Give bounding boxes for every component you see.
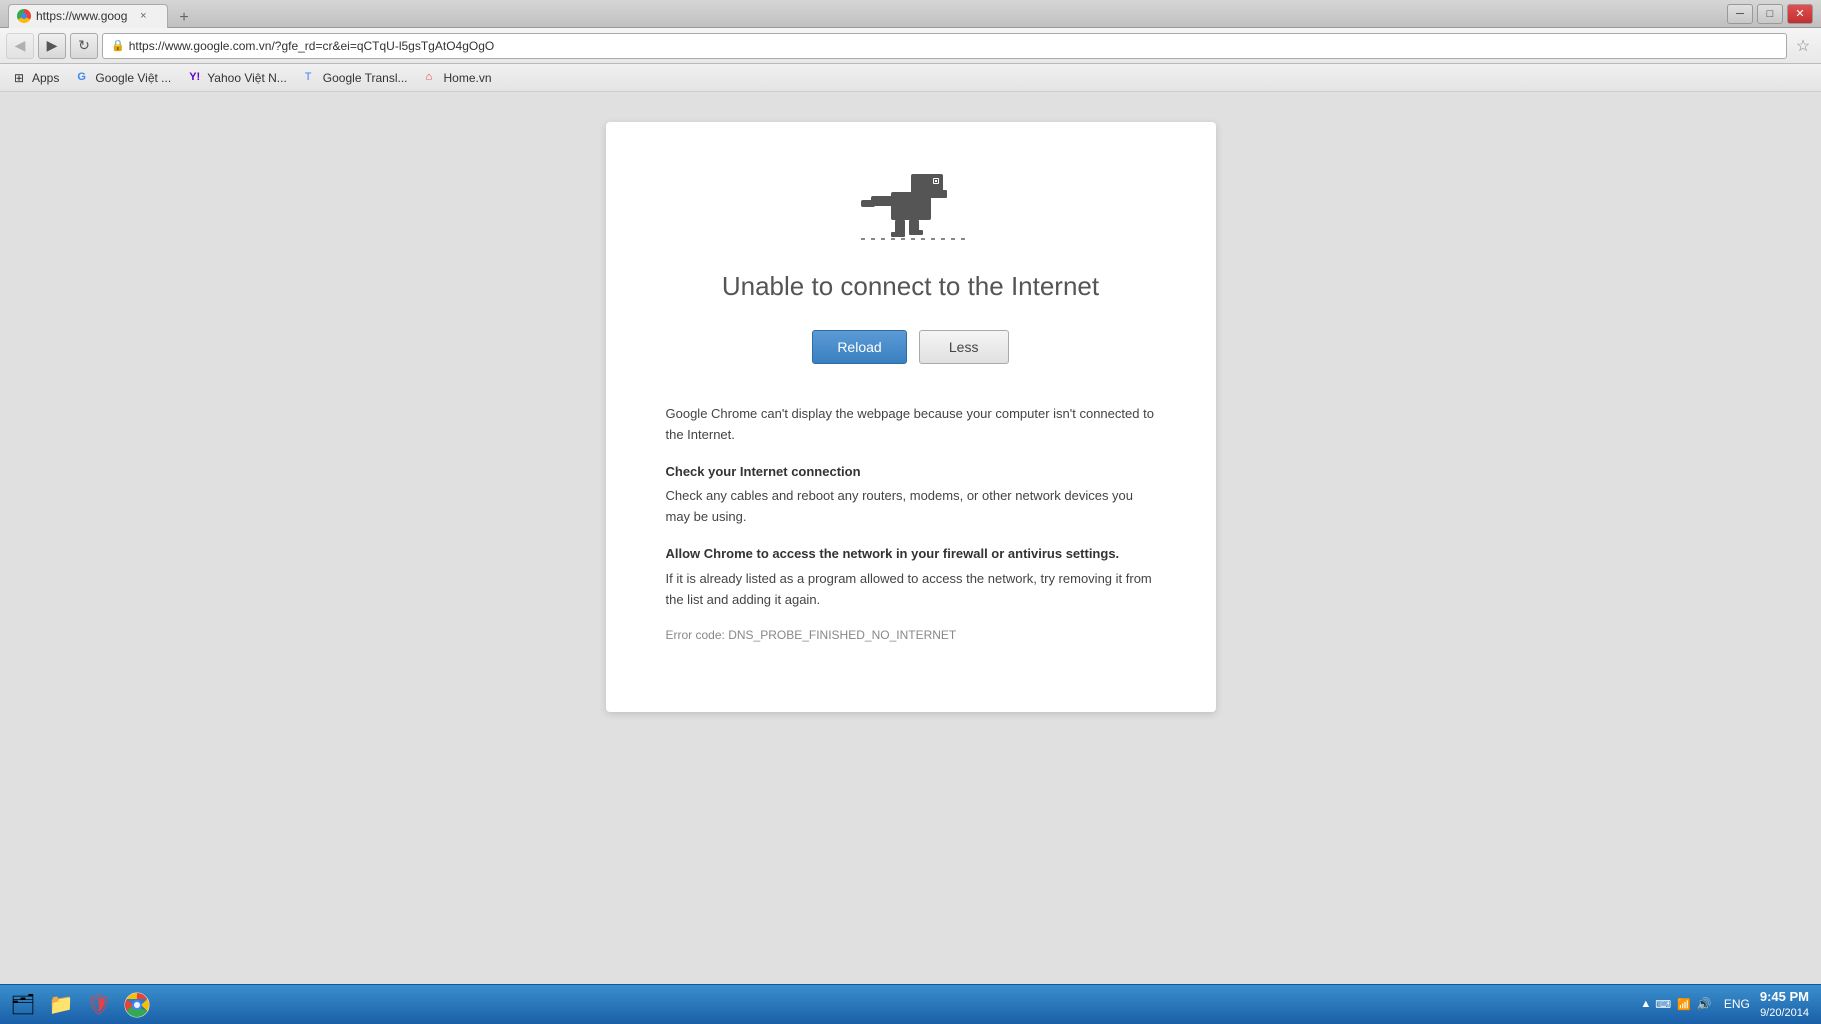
bookmark-apps[interactable]: ⊞ Apps — [6, 67, 67, 89]
title-bar: https://www.goog × + ─ □ ✕ — [0, 0, 1821, 28]
less-button[interactable]: Less — [919, 330, 1009, 364]
bookmark-google-transl[interactable]: T Google Transl... — [297, 67, 416, 89]
error-buttons: Reload Less — [812, 330, 1008, 364]
dino-illustration — [851, 162, 971, 247]
tab-strip: https://www.goog × + — [8, 0, 196, 28]
minimize-button[interactable]: ─ — [1727, 4, 1753, 24]
section1: Check your Internet connection Check any… — [666, 462, 1156, 528]
google-viet-icon: G — [77, 71, 91, 85]
new-tab-button[interactable]: + — [172, 8, 196, 28]
maximize-button[interactable]: □ — [1757, 4, 1783, 24]
files-icon: 🗂 — [9, 991, 37, 1019]
taskbar-chrome-button[interactable] — [119, 989, 155, 1021]
bookmark-google-transl-label: Google Transl... — [323, 71, 408, 85]
error-details: Google Chrome can't display the webpage … — [666, 404, 1156, 662]
tab-favicon — [17, 9, 31, 23]
reload-button[interactable]: ↻ — [70, 33, 98, 59]
navigation-bar: ◀ ▶ ↻ 🔒 https://www.google.com.vn/?gfe_r… — [0, 28, 1821, 64]
lock-icon: 🔒 — [111, 39, 125, 52]
url-text: https://www.google.com.vn/?gfe_rd=cr&ei=… — [129, 39, 495, 53]
date-display: 9/20/2014 — [1760, 1006, 1809, 1021]
tab-strip-container: https://www.goog × + — [8, 0, 1727, 28]
system-icons: ⌨ 📶 🔊 — [1655, 997, 1712, 1011]
bookmark-yahoo-viet[interactable]: Y! Yahoo Việt N... — [181, 67, 295, 89]
bookmark-yahoo-viet-label: Yahoo Việt N... — [207, 71, 287, 85]
taskbar: 🗂 📁 🛡 ▲ ⌨ 📶 🔊 — [0, 984, 1821, 1024]
section1-title: Check your Internet connection — [666, 462, 1156, 483]
active-tab[interactable]: https://www.goog × — [8, 4, 168, 28]
folder-icon: 📁 — [47, 991, 75, 1019]
section2-body: If it is already listed as a program all… — [666, 571, 1152, 607]
back-button[interactable]: ◀ — [6, 33, 34, 59]
bookmark-google-viet-label: Google Việt ... — [95, 71, 171, 85]
chrome-icon — [123, 991, 151, 1019]
taskbar-shield-button[interactable]: 🛡 — [81, 989, 117, 1021]
close-button[interactable]: ✕ — [1787, 4, 1813, 24]
bookmark-star-button[interactable]: ☆ — [1791, 34, 1815, 58]
taskbar-right: ▲ ⌨ 📶 🔊 ENG 9:45 PM 9/20/2014 — [1640, 988, 1817, 1022]
language-icon: ⌨ — [1655, 998, 1671, 1011]
language-label: ENG — [1724, 997, 1750, 1011]
shield-icon: 🛡 — [85, 991, 113, 1019]
dino-svg — [851, 162, 971, 242]
home-vn-icon: ⌂ — [426, 71, 440, 85]
bookmark-apps-label: Apps — [32, 71, 59, 85]
bookmarks-bar: ⊞ Apps G Google Việt ... Y! Yahoo Việt N… — [0, 64, 1821, 92]
reload-page-button[interactable]: Reload — [812, 330, 906, 364]
section2: Allow Chrome to access the network in yo… — [666, 544, 1156, 610]
content-area: Unable to connect to the Internet Reload… — [0, 92, 1821, 984]
google-transl-icon: T — [305, 71, 319, 85]
bookmark-google-viet[interactable]: G Google Việt ... — [69, 67, 179, 89]
network-icon: 📶 — [1677, 998, 1691, 1011]
apps-icon: ⊞ — [14, 71, 28, 85]
error-title: Unable to connect to the Internet — [722, 271, 1099, 302]
taskbar-folder-button[interactable]: 📁 — [43, 989, 79, 1021]
error-card: Unable to connect to the Internet Reload… — [606, 122, 1216, 712]
taskbar-clock: 9:45 PM 9/20/2014 — [1760, 988, 1809, 1022]
time-display: 9:45 PM — [1760, 988, 1809, 1006]
window-controls: ─ □ ✕ — [1727, 4, 1813, 24]
address-bar[interactable]: 🔒 https://www.google.com.vn/?gfe_rd=cr&e… — [102, 33, 1787, 59]
bookmark-home-vn-label: Home.vn — [444, 71, 492, 85]
error-body-text: Google Chrome can't display the webpage … — [666, 404, 1156, 446]
section1-body: Check any cables and reboot any routers,… — [666, 488, 1134, 524]
section2-title: Allow Chrome to access the network in yo… — [666, 544, 1156, 565]
yahoo-icon: Y! — [189, 71, 203, 85]
error-code: Error code: DNS_PROBE_FINISHED_NO_INTERN… — [666, 626, 1156, 645]
show-hidden-icons[interactable]: ▲ — [1640, 998, 1651, 1010]
volume-icon: 🔊 — [1697, 997, 1712, 1011]
tab-close-button[interactable]: × — [135, 8, 151, 24]
tab-title: https://www.goog — [36, 9, 127, 23]
bookmark-home-vn[interactable]: ⌂ Home.vn — [418, 67, 500, 89]
taskbar-files-button[interactable]: 🗂 — [5, 989, 41, 1021]
forward-button[interactable]: ▶ — [38, 33, 66, 59]
